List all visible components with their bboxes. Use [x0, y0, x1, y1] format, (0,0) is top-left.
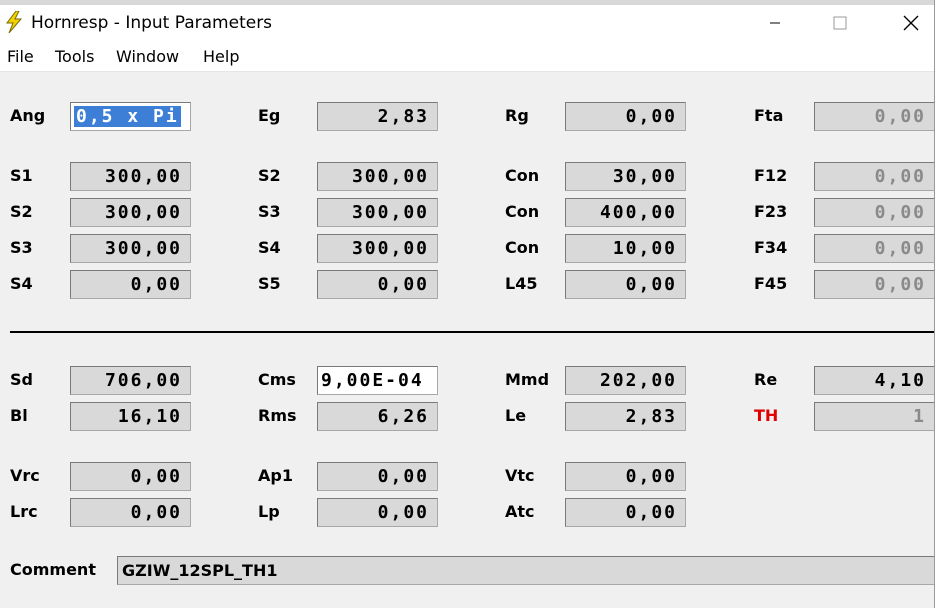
label-rg: Rg [505, 106, 529, 125]
s3-field[interactable]: 300,00 [317, 198, 438, 227]
label-con: Con [505, 238, 540, 257]
con-field[interactable]: 400,00 [565, 198, 686, 227]
label-con: Con [505, 202, 540, 221]
ap1-field[interactable]: 0,00 [317, 462, 438, 491]
label-s4: S4 [258, 238, 281, 257]
con-field[interactable]: 10,00 [565, 234, 686, 263]
section-divider [10, 331, 935, 333]
vrc-field[interactable]: 0,00 [70, 462, 191, 491]
label-f23: F23 [754, 202, 788, 221]
label-f45: F45 [754, 274, 788, 293]
label-lrc: Lrc [10, 502, 38, 521]
label-ap1: Ap1 [258, 466, 293, 485]
label-s1: S1 [10, 166, 33, 185]
menu-tools[interactable]: Tools [55, 47, 94, 66]
label-s3: S3 [10, 238, 33, 257]
label-vtc: Vtc [505, 466, 535, 485]
label-rms: Rms [258, 406, 297, 425]
f34-field: 0,00 [814, 234, 935, 263]
label-sd: Sd [10, 370, 33, 389]
label-s2: S2 [10, 202, 33, 221]
th-field: 1 [814, 402, 935, 431]
label-f34: F34 [754, 238, 788, 257]
eg-field[interactable]: 2,83 [317, 102, 438, 131]
lp-field[interactable]: 0,00 [317, 498, 438, 527]
close-icon [903, 15, 919, 31]
label-atc: Atc [505, 502, 535, 521]
lightning-icon [6, 11, 23, 33]
label-ang: Ang [10, 106, 46, 125]
fta-field: 0,00 [814, 102, 935, 131]
label-le: Le [505, 406, 527, 425]
s4-field[interactable]: 0,00 [70, 270, 191, 299]
menu-bar: File Tools Window Help [0, 41, 935, 72]
s4-field[interactable]: 300,00 [317, 234, 438, 263]
ang-field[interactable]: 0,5 x Pi [70, 102, 191, 131]
f12-field: 0,00 [814, 162, 935, 191]
lrc-field[interactable]: 0,00 [70, 498, 191, 527]
window-title: Hornresp - Input Parameters [31, 13, 273, 33]
s1-field[interactable]: 300,00 [70, 162, 191, 191]
title-bar: Hornresp - Input Parameters [0, 5, 935, 41]
menu-window[interactable]: Window [116, 47, 179, 66]
s2-field[interactable]: 300,00 [70, 198, 191, 227]
atc-field[interactable]: 0,00 [565, 498, 686, 527]
label-s5: S5 [258, 274, 281, 293]
vtc-field[interactable]: 0,00 [565, 462, 686, 491]
selected-text: 0,5 x Pi [74, 106, 181, 127]
sd-field[interactable]: 706,00 [70, 366, 191, 395]
label-l45: L45 [505, 274, 538, 293]
label-th: TH [754, 406, 779, 425]
comment-label: Comment [10, 560, 96, 579]
s3-field[interactable]: 300,00 [70, 234, 191, 263]
input-parameters-form: Comment GZIW_12SPL_TH1 Ang 0,5 x Pi Eg 2,83… [0, 72, 935, 608]
rg-field[interactable]: 0,00 [565, 102, 686, 131]
l45-field[interactable]: 0,00 [565, 270, 686, 299]
s5-field[interactable]: 0,00 [317, 270, 438, 299]
rms-field[interactable]: 6,26 [317, 402, 438, 431]
f45-field: 0,00 [814, 270, 935, 299]
re-field[interactable]: 4,10 [814, 366, 935, 395]
label-lp: Lp [258, 502, 280, 521]
f23-field: 0,00 [814, 198, 935, 227]
label-re: Re [754, 370, 778, 389]
label-bl: Bl [10, 406, 28, 425]
le-field[interactable]: 2,83 [565, 402, 686, 431]
menu-help[interactable]: Help [203, 47, 239, 66]
label-mmd: Mmd [505, 370, 550, 389]
label-con: Con [505, 166, 540, 185]
bl-field[interactable]: 16,10 [70, 402, 191, 431]
label-s3: S3 [258, 202, 281, 221]
s2-field[interactable]: 300,00 [317, 162, 438, 191]
label-vrc: Vrc [10, 466, 40, 485]
comment-field[interactable]: GZIW_12SPL_TH1 [117, 556, 935, 585]
close-button[interactable] [888, 5, 934, 41]
menu-file[interactable]: File [7, 47, 34, 66]
label-f12: F12 [754, 166, 788, 185]
minimize-button[interactable] [752, 5, 798, 41]
con-field[interactable]: 30,00 [565, 162, 686, 191]
label-s4: S4 [10, 274, 33, 293]
mmd-field[interactable]: 202,00 [565, 366, 686, 395]
label-s2: S2 [258, 166, 281, 185]
label-fta: Fta [754, 106, 784, 125]
label-eg: Eg [258, 106, 281, 125]
cms-field[interactable]: 9,00E-04 [317, 366, 438, 395]
label-cms: Cms [258, 370, 296, 389]
maximize-icon [833, 16, 847, 30]
maximize-button[interactable] [817, 5, 863, 41]
minimize-icon [770, 22, 780, 24]
